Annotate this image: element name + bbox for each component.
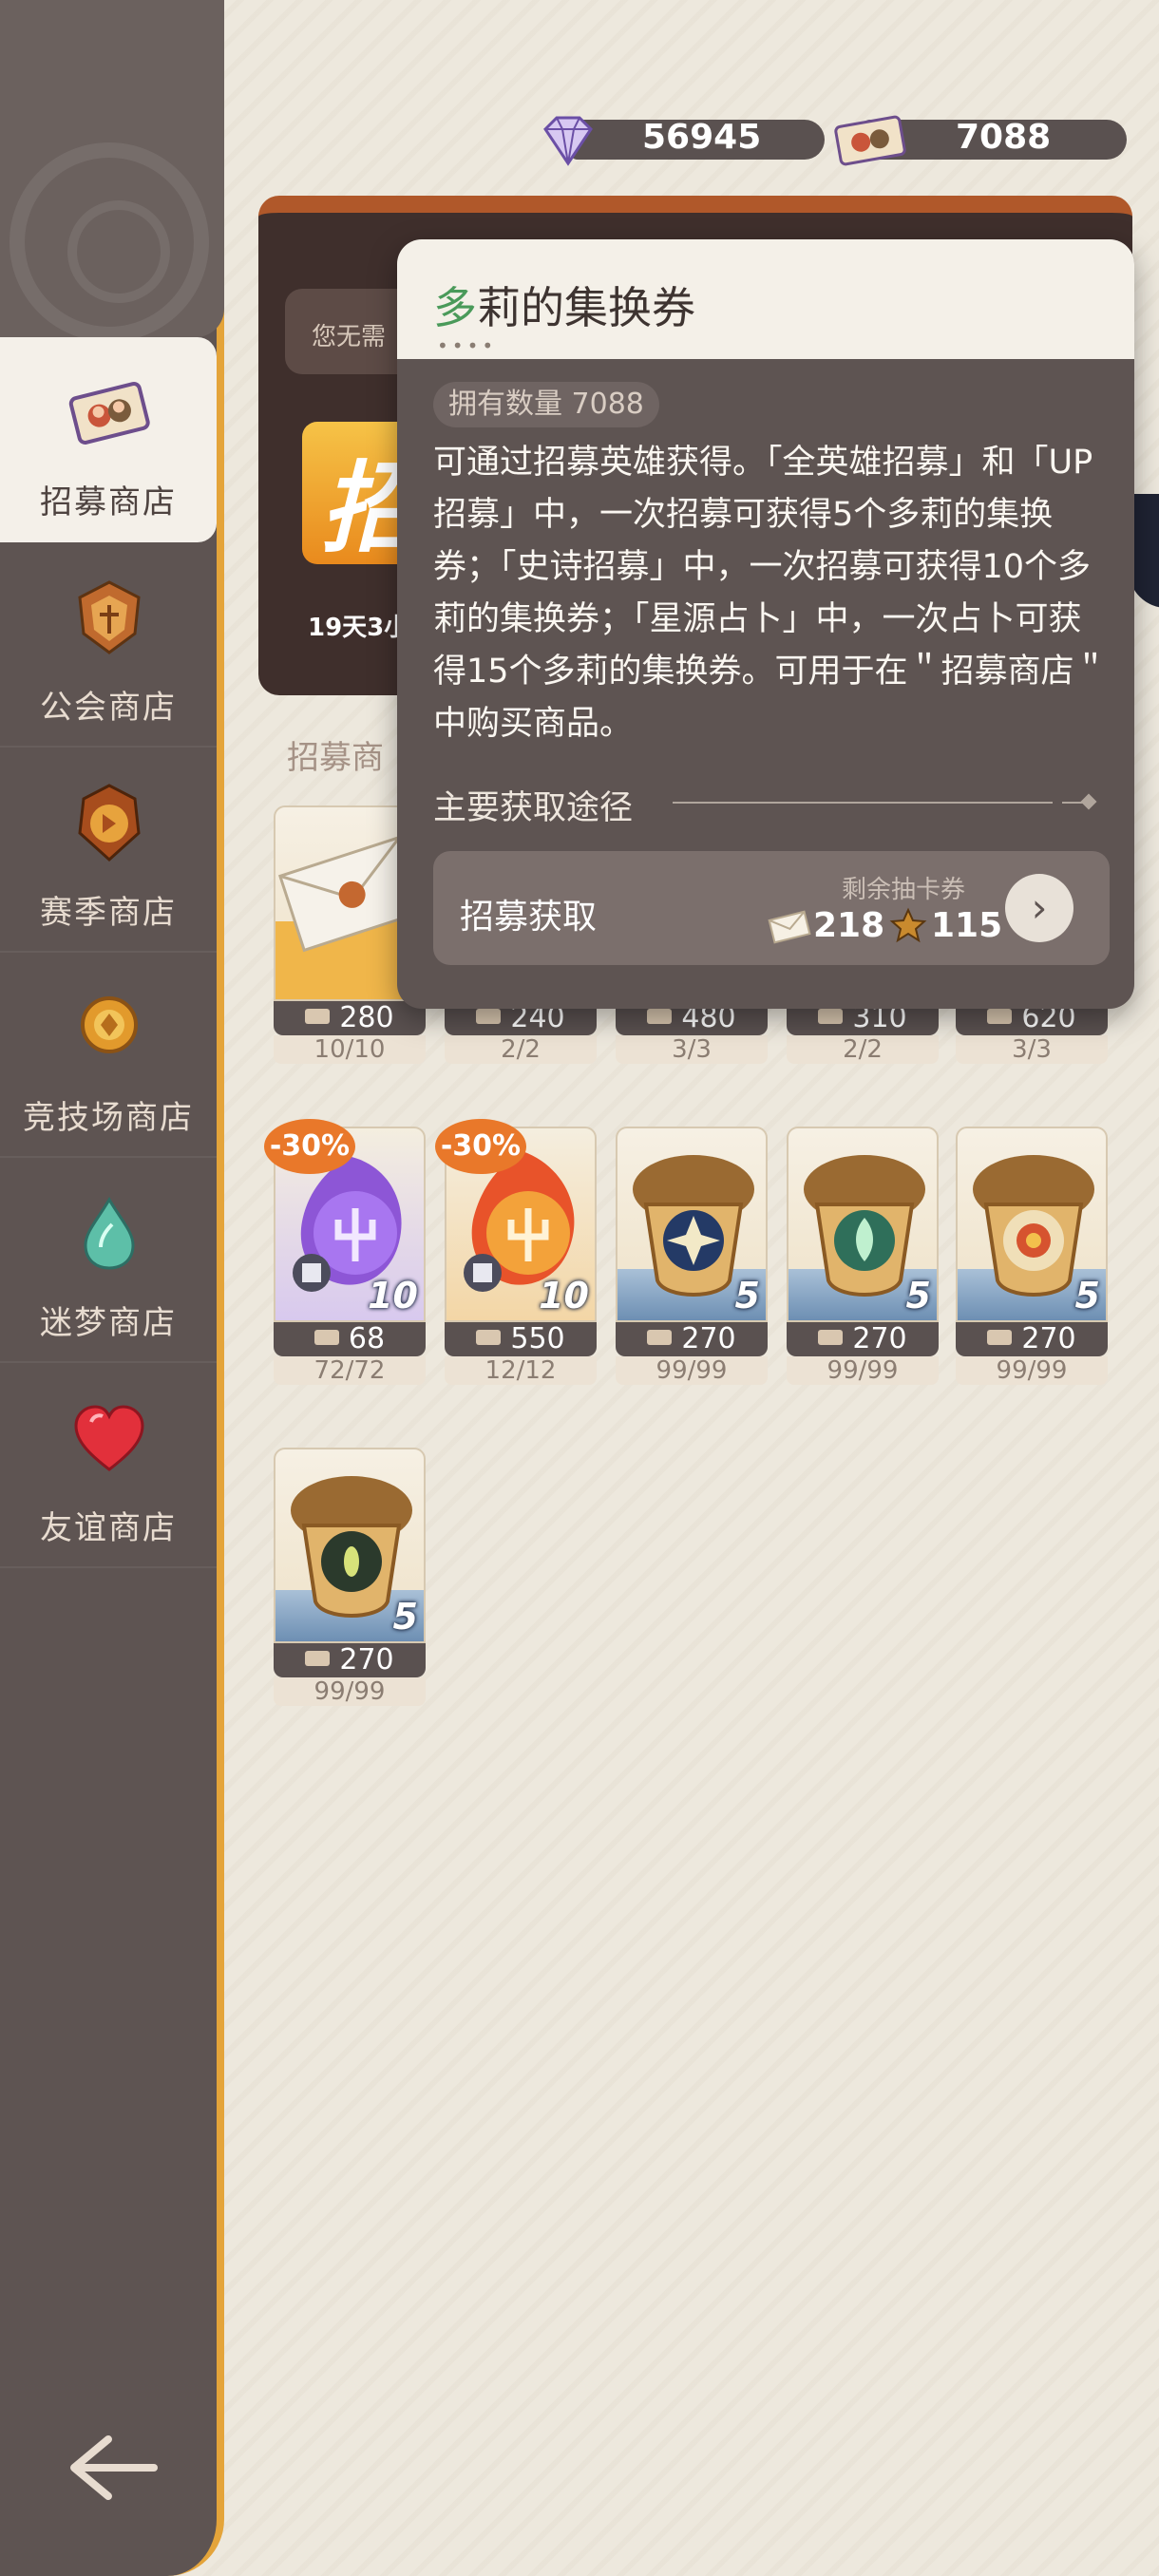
ticket-icon [305, 1650, 331, 1666]
shop-item-card[interactable]: 5 270 99/99 [616, 1127, 768, 1385]
item-stock: 99/99 [956, 1356, 1108, 1385]
ticket-icon [987, 1329, 1013, 1345]
sidebar-item-label: 公会商店 [40, 689, 177, 727]
sidebar-item-dream-shop[interactable]: 迷梦商店 [0, 1158, 217, 1363]
item-stock: 2/2 [787, 1035, 939, 1064]
ticket-icon [834, 115, 906, 166]
source-recruit-row[interactable]: 招募获取 剩余抽卡券 218 115 › [433, 851, 1110, 965]
ticket-icon [647, 1008, 673, 1024]
item-quantity: 5 [905, 1275, 931, 1316]
ticket-icon [818, 1008, 844, 1024]
item-price: 270 [956, 1322, 1108, 1356]
divider-diamond-icon [1080, 793, 1097, 810]
section-title: 招募商 [287, 739, 384, 777]
item-price: 68 [274, 1322, 426, 1356]
item-quantity: 5 [1074, 1275, 1100, 1316]
ticket-icon [647, 1329, 673, 1345]
shop-item-card[interactable]: 5 270 99/99 [274, 1448, 426, 1706]
sidebar-item-friendship-shop[interactable]: 友谊商店 [0, 1363, 217, 1568]
back-arrow-icon[interactable] [66, 2430, 162, 2506]
item-quantity: 10 [539, 1275, 589, 1316]
sidebar-header [0, 0, 224, 342]
ticket-icon [314, 1329, 339, 1345]
item-stock: 2/2 [445, 1035, 597, 1064]
remaining-tickets-label: 剩余抽卡券 [842, 876, 966, 904]
discount-badge: -30% [264, 1119, 355, 1174]
ticket-icon [305, 1008, 331, 1024]
item-image: 5 [787, 1127, 939, 1322]
item-quantity: 5 [734, 1275, 760, 1316]
go-arrow-button[interactable]: › [1005, 874, 1074, 942]
sidebar-item-label: 招募商店 [40, 483, 177, 521]
item-stock: 99/99 [616, 1356, 768, 1385]
popup-header: 多莉的集换券 •••• [397, 239, 1134, 359]
diamond-count: 56945 [642, 118, 762, 157]
item-stock: 72/72 [274, 1356, 426, 1385]
item-stock: 3/3 [616, 1035, 768, 1064]
diamond-currency: 56945 [570, 118, 825, 160]
item-image: 5 [274, 1448, 426, 1643]
guild-badge-icon [78, 580, 141, 654]
heart-icon [74, 1405, 144, 1471]
item-image: 5 [616, 1127, 768, 1322]
item-price: 280 [274, 1001, 426, 1035]
item-quantity: 5 [392, 1596, 418, 1638]
divider [673, 802, 1053, 804]
diamond-icon [543, 116, 593, 166]
ticket-icon [68, 382, 150, 445]
shop-item-card[interactable]: -30% 10 550 12/12 [435, 1119, 597, 1385]
ticket-icon [476, 1329, 502, 1345]
shop-item-card[interactable]: 5 270 99/99 [956, 1127, 1108, 1385]
item-stock: 10/10 [274, 1035, 426, 1064]
item-description: 可通过招募英雄获得。「全英雄招募」和「UP招募」中，一次招募可获得5个多莉的集换… [433, 444, 1108, 743]
ticket-icon [987, 1008, 1013, 1024]
compass-emblem-icon [10, 142, 209, 342]
popup-title: 多莉的集换券 [433, 282, 695, 333]
item-price: 550 [445, 1322, 597, 1356]
owned-count-badge: 拥有数量 7088 [433, 382, 659, 427]
arena-coin-icon [81, 996, 138, 1053]
item-price: 270 [274, 1643, 426, 1677]
shop-item-card[interactable]: -30% 10 68 72/72 [264, 1119, 426, 1385]
sidebar-item-guild-shop[interactable]: 公会商店 [0, 542, 217, 748]
item-stock: 3/3 [956, 1035, 1108, 1064]
source-label: 招募获取 [460, 898, 598, 937]
ticket-count: 7088 [956, 118, 1052, 157]
star-count: 115 [931, 906, 1003, 945]
sidebar-item-label: 赛季商店 [40, 894, 177, 932]
envelope-count: 218 [813, 906, 885, 945]
item-info-popup: 多莉的集换券 •••• 拥有数量 7088 可通过招募英雄获得。「全英雄招募」和… [397, 239, 1134, 1009]
sidebar-item-label: 友谊商店 [40, 1509, 177, 1547]
sidebar-item-label: 竞技场商店 [23, 1099, 194, 1137]
ticket-icon [818, 1329, 844, 1345]
season-badge-icon [78, 784, 141, 862]
banner-remaining-time: 19天3小 [308, 614, 409, 642]
item-stock: 99/99 [274, 1677, 426, 1706]
shop-sidebar: 招募商店 公会商店 赛季商店 竞技场商店 迷梦商店 友谊商店 [0, 0, 224, 2576]
ticket-icon [476, 1008, 502, 1024]
sidebar-item-season-shop[interactable]: 赛季商店 [0, 748, 217, 953]
item-stock: 99/99 [787, 1356, 939, 1385]
item-price: 270 [787, 1322, 939, 1356]
star-scroll-icon [889, 907, 927, 943]
sidebar-item-arena-shop[interactable]: 竞技场商店 [0, 953, 217, 1158]
dream-drop-icon [84, 1197, 135, 1270]
shop-item-card[interactable]: 5 270 99/99 [787, 1127, 939, 1385]
sidebar-item-recruit-shop[interactable]: 招募商店 [0, 337, 217, 542]
discount-badge: -30% [435, 1119, 526, 1174]
envelope-icon [768, 910, 811, 944]
item-stock: 12/12 [445, 1356, 597, 1385]
item-quantity: 10 [368, 1275, 418, 1316]
item-price: 270 [616, 1322, 768, 1356]
sources-title: 主要获取途径 [433, 789, 634, 827]
item-image: 5 [956, 1127, 1108, 1322]
sidebar-item-label: 迷梦商店 [40, 1304, 177, 1342]
popup-title-dots: •••• [437, 334, 498, 357]
